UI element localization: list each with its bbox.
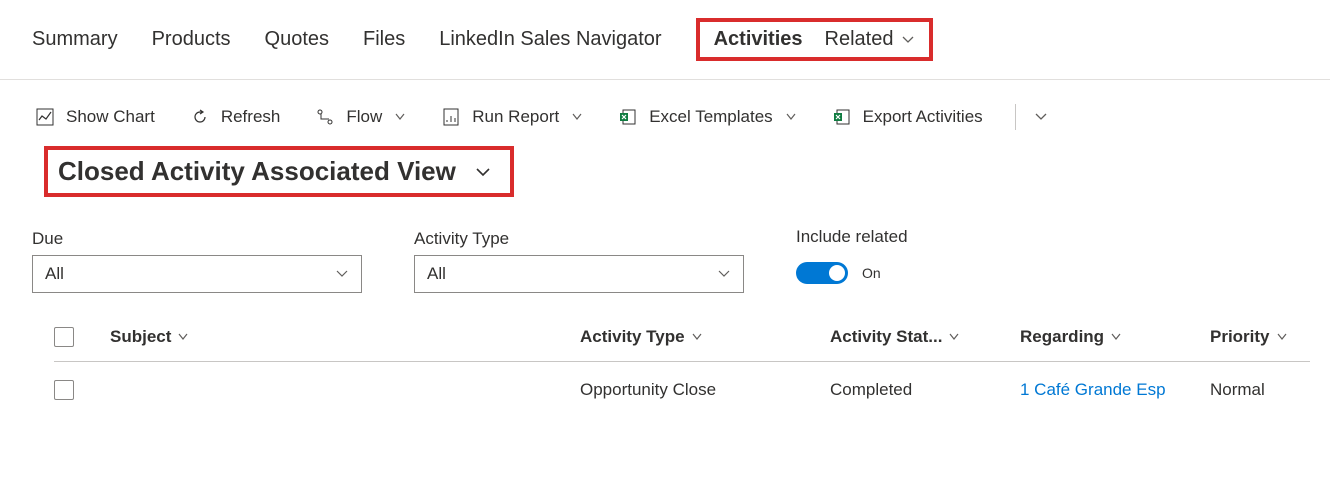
refresh-icon [191,108,209,126]
flow-icon [316,108,334,126]
tab-quotes[interactable]: Quotes [265,28,329,51]
view-title: Closed Activity Associated View [58,156,456,187]
view-selector-region: Closed Activity Associated View [0,142,1330,209]
header-activity-type[interactable]: Activity Type [580,327,830,347]
export-activities-label: Export Activities [863,107,983,127]
table-header: Subject Activity Type Activity Stat... R… [54,313,1310,362]
tab-related[interactable]: Related [825,28,916,51]
flow-button[interactable]: Flow [316,107,406,127]
header-subject-label: Subject [110,327,171,347]
header-subject[interactable]: Subject [110,327,580,347]
divider [1015,104,1016,130]
chevron-down-icon [571,111,583,123]
row-checkbox[interactable] [54,380,74,400]
due-label: Due [32,229,362,249]
activity-type-select[interactable]: All [414,255,744,293]
activity-type-label: Activity Type [414,229,744,249]
header-activity-type-label: Activity Type [580,327,685,347]
show-chart-button[interactable]: Show Chart [36,107,155,127]
header-priority-label: Priority [1210,327,1270,347]
header-regarding-label: Regarding [1020,327,1104,347]
cell-activity-status: Completed [830,380,912,400]
cell-priority: Normal [1210,380,1265,400]
tab-activities[interactable]: Activities [714,28,803,51]
flow-label: Flow [346,107,382,127]
command-bar: Show Chart Refresh Flow Run Report Excel… [0,80,1330,142]
due-value: All [45,264,64,284]
export-activities-button[interactable]: Export Activities [833,107,983,127]
refresh-label: Refresh [221,107,281,127]
refresh-button[interactable]: Refresh [191,107,281,127]
excel-templates-label: Excel Templates [649,107,772,127]
tab-bar: Summary Products Quotes Files LinkedIn S… [0,0,1330,80]
report-icon [442,108,460,126]
cell-activity-type: Opportunity Close [580,380,716,400]
select-all-checkbox[interactable] [54,327,74,347]
tab-products[interactable]: Products [152,28,231,51]
chevron-down-icon [1110,331,1122,343]
include-related-toggle[interactable] [796,262,848,284]
tab-files[interactable]: Files [363,28,405,51]
run-report-button[interactable]: Run Report [442,107,583,127]
chevron-down-icon [335,267,349,281]
header-regarding[interactable]: Regarding [1020,327,1210,347]
excel-icon [619,108,637,126]
cell-regarding-link[interactable]: 1 Café Grande Esp [1020,380,1166,400]
due-filter: Due All [32,229,362,293]
overflow-button[interactable] [1034,110,1048,124]
chevron-down-icon [901,33,915,47]
toggle-state-label: On [862,265,881,281]
filter-bar: Due All Activity Type All Include relate… [0,209,1330,313]
chevron-down-icon [691,331,703,343]
chevron-down-icon [1276,331,1288,343]
include-related-group: Include related On [796,227,908,293]
chevron-down-icon [948,331,960,343]
header-activity-status[interactable]: Activity Stat... [830,327,1020,347]
activity-type-value: All [427,264,446,284]
due-select[interactable]: All [32,255,362,293]
tab-linkedin[interactable]: LinkedIn Sales Navigator [439,28,661,51]
excel-templates-button[interactable]: Excel Templates [619,107,796,127]
chevron-down-icon [785,111,797,123]
chevron-down-icon [394,111,406,123]
chevron-down-icon [177,331,189,343]
highlighted-tabs: Activities Related [696,18,934,61]
view-selector[interactable]: Closed Activity Associated View [44,146,514,197]
header-priority[interactable]: Priority [1210,327,1310,347]
table-row[interactable]: Opportunity Close Completed 1 Café Grand… [54,362,1310,418]
excel-export-icon [833,108,851,126]
tab-summary[interactable]: Summary [32,28,118,51]
chevron-down-icon [717,267,731,281]
tab-related-label: Related [825,28,894,51]
chevron-down-icon [474,163,492,181]
toggle-knob [829,265,845,281]
show-chart-label: Show Chart [66,107,155,127]
activity-type-filter: Activity Type All [414,229,744,293]
chevron-down-icon [1034,110,1048,124]
activity-table: Subject Activity Type Activity Stat... R… [0,313,1330,418]
chart-icon [36,108,54,126]
run-report-label: Run Report [472,107,559,127]
header-activity-status-label: Activity Stat... [830,327,942,347]
include-related-label: Include related [796,227,908,247]
